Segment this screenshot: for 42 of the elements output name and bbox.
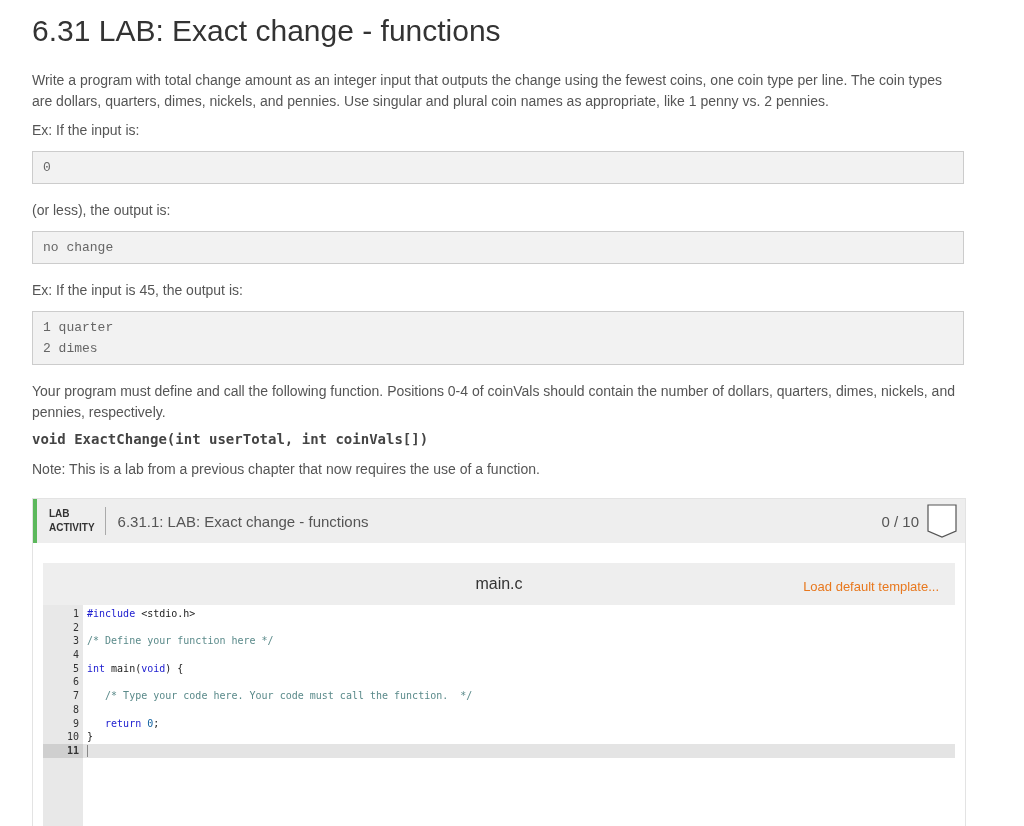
instructions-text: Your program must define and call the following function. Positions 0-4 of coinVals should contain the number of dollars, quarters, dimes, nickels, and pennies, respectively. (32, 382, 956, 422)
lab-title: 6.31.1: LAB: Exact change - functions (117, 512, 370, 530)
lab-badge-label: LAB (49, 507, 71, 521)
instructions-text: (or less), the output is: (32, 201, 172, 220)
line-number: 3 (71, 634, 80, 649)
code-text: } (87, 731, 94, 743)
line-number: 1 (71, 607, 80, 621)
code-text: /* Type your code here. Your code must call the function. */ (104, 690, 473, 702)
code-text: #include (87, 608, 136, 619)
code-editor[interactable]: #include <stdio.h> /* Define your function here */ int main(void) { /* Type your code here. Your code must call the function. */ return 0; } (83, 605, 955, 826)
line-number: 9 (71, 716, 80, 731)
code-text: ; (153, 717, 160, 729)
code-text: void (141, 662, 166, 674)
page-title: 6.31 LAB: Exact change - functions (32, 14, 502, 48)
code-text: int (87, 662, 106, 674)
line-number: 5 (71, 661, 80, 676)
shield-icon (927, 504, 957, 538)
line-number: 8 (71, 702, 80, 717)
line-number: 6 (71, 675, 80, 690)
instructions-text: Ex: If the input is 45, the output is: (32, 281, 244, 300)
code-text: <stdio.h> (140, 608, 196, 619)
line-number: 4 (71, 648, 80, 662)
line-number: 7 (71, 689, 80, 703)
line-number: 2 (71, 620, 80, 635)
code-text: /* Define your function here */ (87, 635, 274, 647)
sample-io-box: 1 quarter 2 dimes (32, 311, 964, 365)
instructions-text: Note: This is a lab from a previous chapter that now requires the use of a function. (32, 460, 541, 479)
score-text: 0 / 10 (881, 512, 919, 530)
code-text: return (104, 717, 142, 729)
text-cursor (87, 744, 88, 757)
code-text: 0 (146, 717, 154, 729)
line-number: 10 (65, 730, 80, 744)
file-name: main.c (475, 575, 523, 593)
lab-badge-label: ACTIVITY (49, 521, 95, 535)
instructions-text: Write a program with total change amount as an integer input that outputs the change using the fewest coins, one coin type per line. The coin types are dollars, quarters, dimes, nickels, and pennies. Use singular and plural coin names as appropriate, like 1 penny vs. 2 pennies. (32, 71, 944, 111)
function-signature: void ExactChange(int userTotal, int coinVals[]) (32, 431, 430, 447)
code-text: ) { (165, 662, 184, 674)
code-text: main( (110, 662, 142, 674)
sample-io-box: no change (32, 231, 964, 264)
sample-io-box: 0 (32, 151, 964, 184)
line-number: 11 (43, 743, 83, 758)
instructions-text: Ex: If the input is: (32, 121, 141, 140)
